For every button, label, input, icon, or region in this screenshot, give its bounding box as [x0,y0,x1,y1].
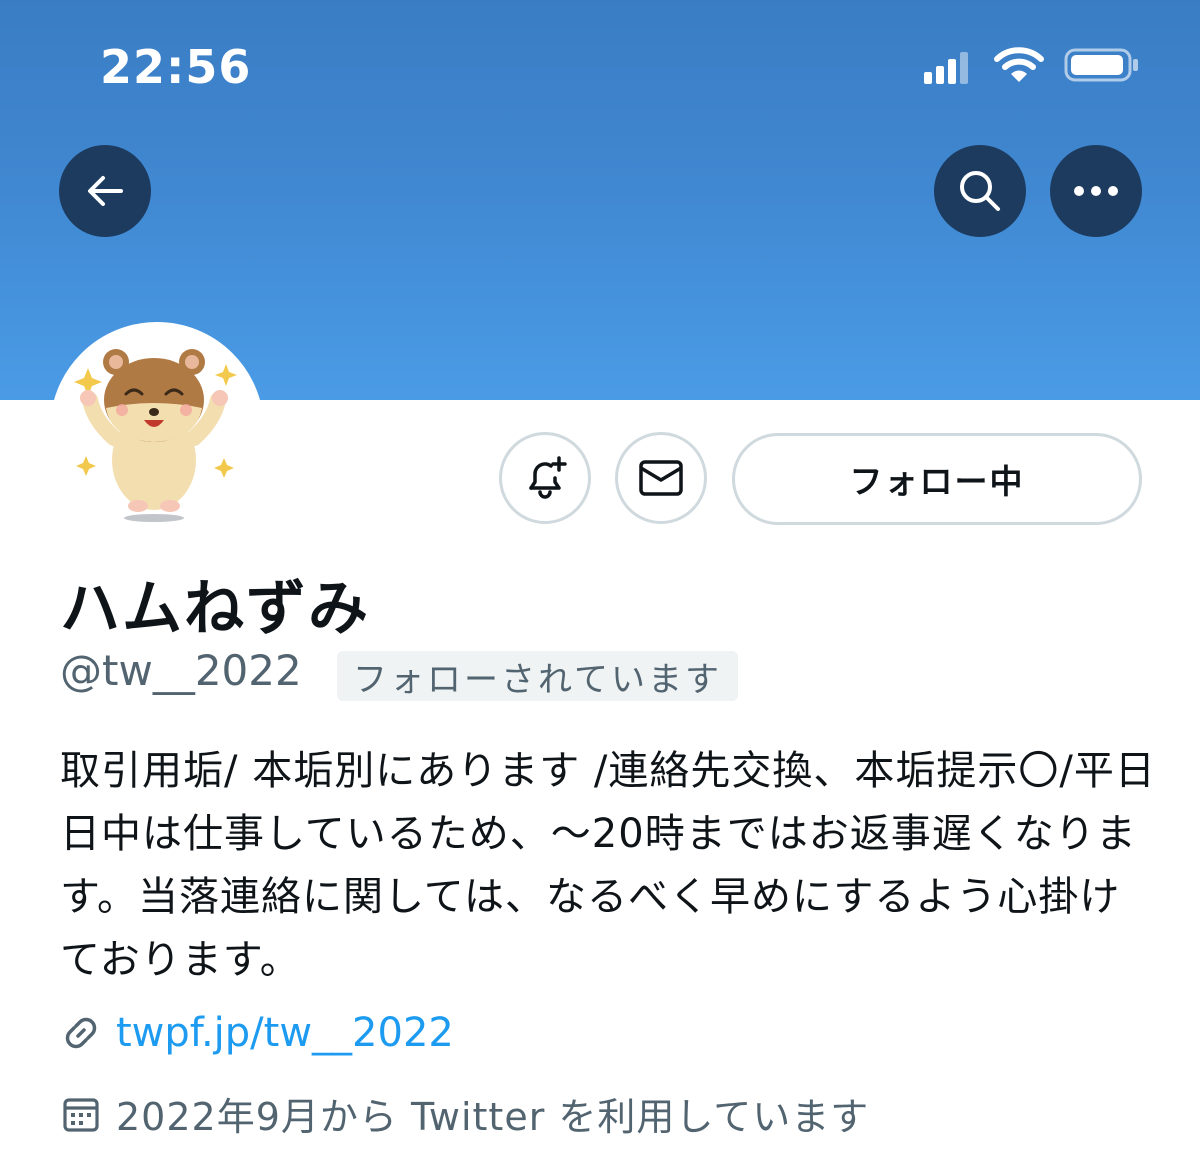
following-button[interactable]: フォロー中 [732,433,1142,525]
link-icon [65,1017,97,1049]
user-handle: @tw__2022 [60,646,302,695]
search-button[interactable] [934,145,1026,237]
battery-icon [1064,48,1138,82]
avatar[interactable] [50,322,264,536]
more-button[interactable] [1050,145,1142,237]
status-time: 22:56 [100,40,252,94]
calendar-icon [63,1097,99,1132]
notify-button[interactable] [499,432,591,524]
profile-bio: 取引用垢/ 本垢別にあります /連絡先交換、本垢提示〇/平日日中は仕事しているた… [60,748,1156,983]
profile-link-row: twpf.jp/tw__2022 [60,1010,454,1056]
following-button-label: フォロー中 [849,462,1025,501]
display-name: ハムねずみ [60,574,370,644]
back-button[interactable] [59,145,151,237]
profile-link[interactable]: twpf.jp/tw__2022 [116,1010,454,1056]
cellular-signal-icon [924,50,968,84]
arrow-left-icon [88,176,123,206]
envelope-icon [639,460,683,496]
message-button[interactable] [615,432,707,524]
joined-date: 2022年9月から Twitter を利用しています [116,1095,870,1139]
wifi-icon [994,47,1044,82]
bell-plus-icon [529,456,567,499]
hamster-avatar [56,328,258,530]
joined-date-row: 2022年9月から Twitter を利用しています [60,1086,869,1141]
follows-you-badge: フォローされています [337,651,738,701]
search-icon [960,171,1000,211]
more-horizontal-icon [1074,186,1118,196]
